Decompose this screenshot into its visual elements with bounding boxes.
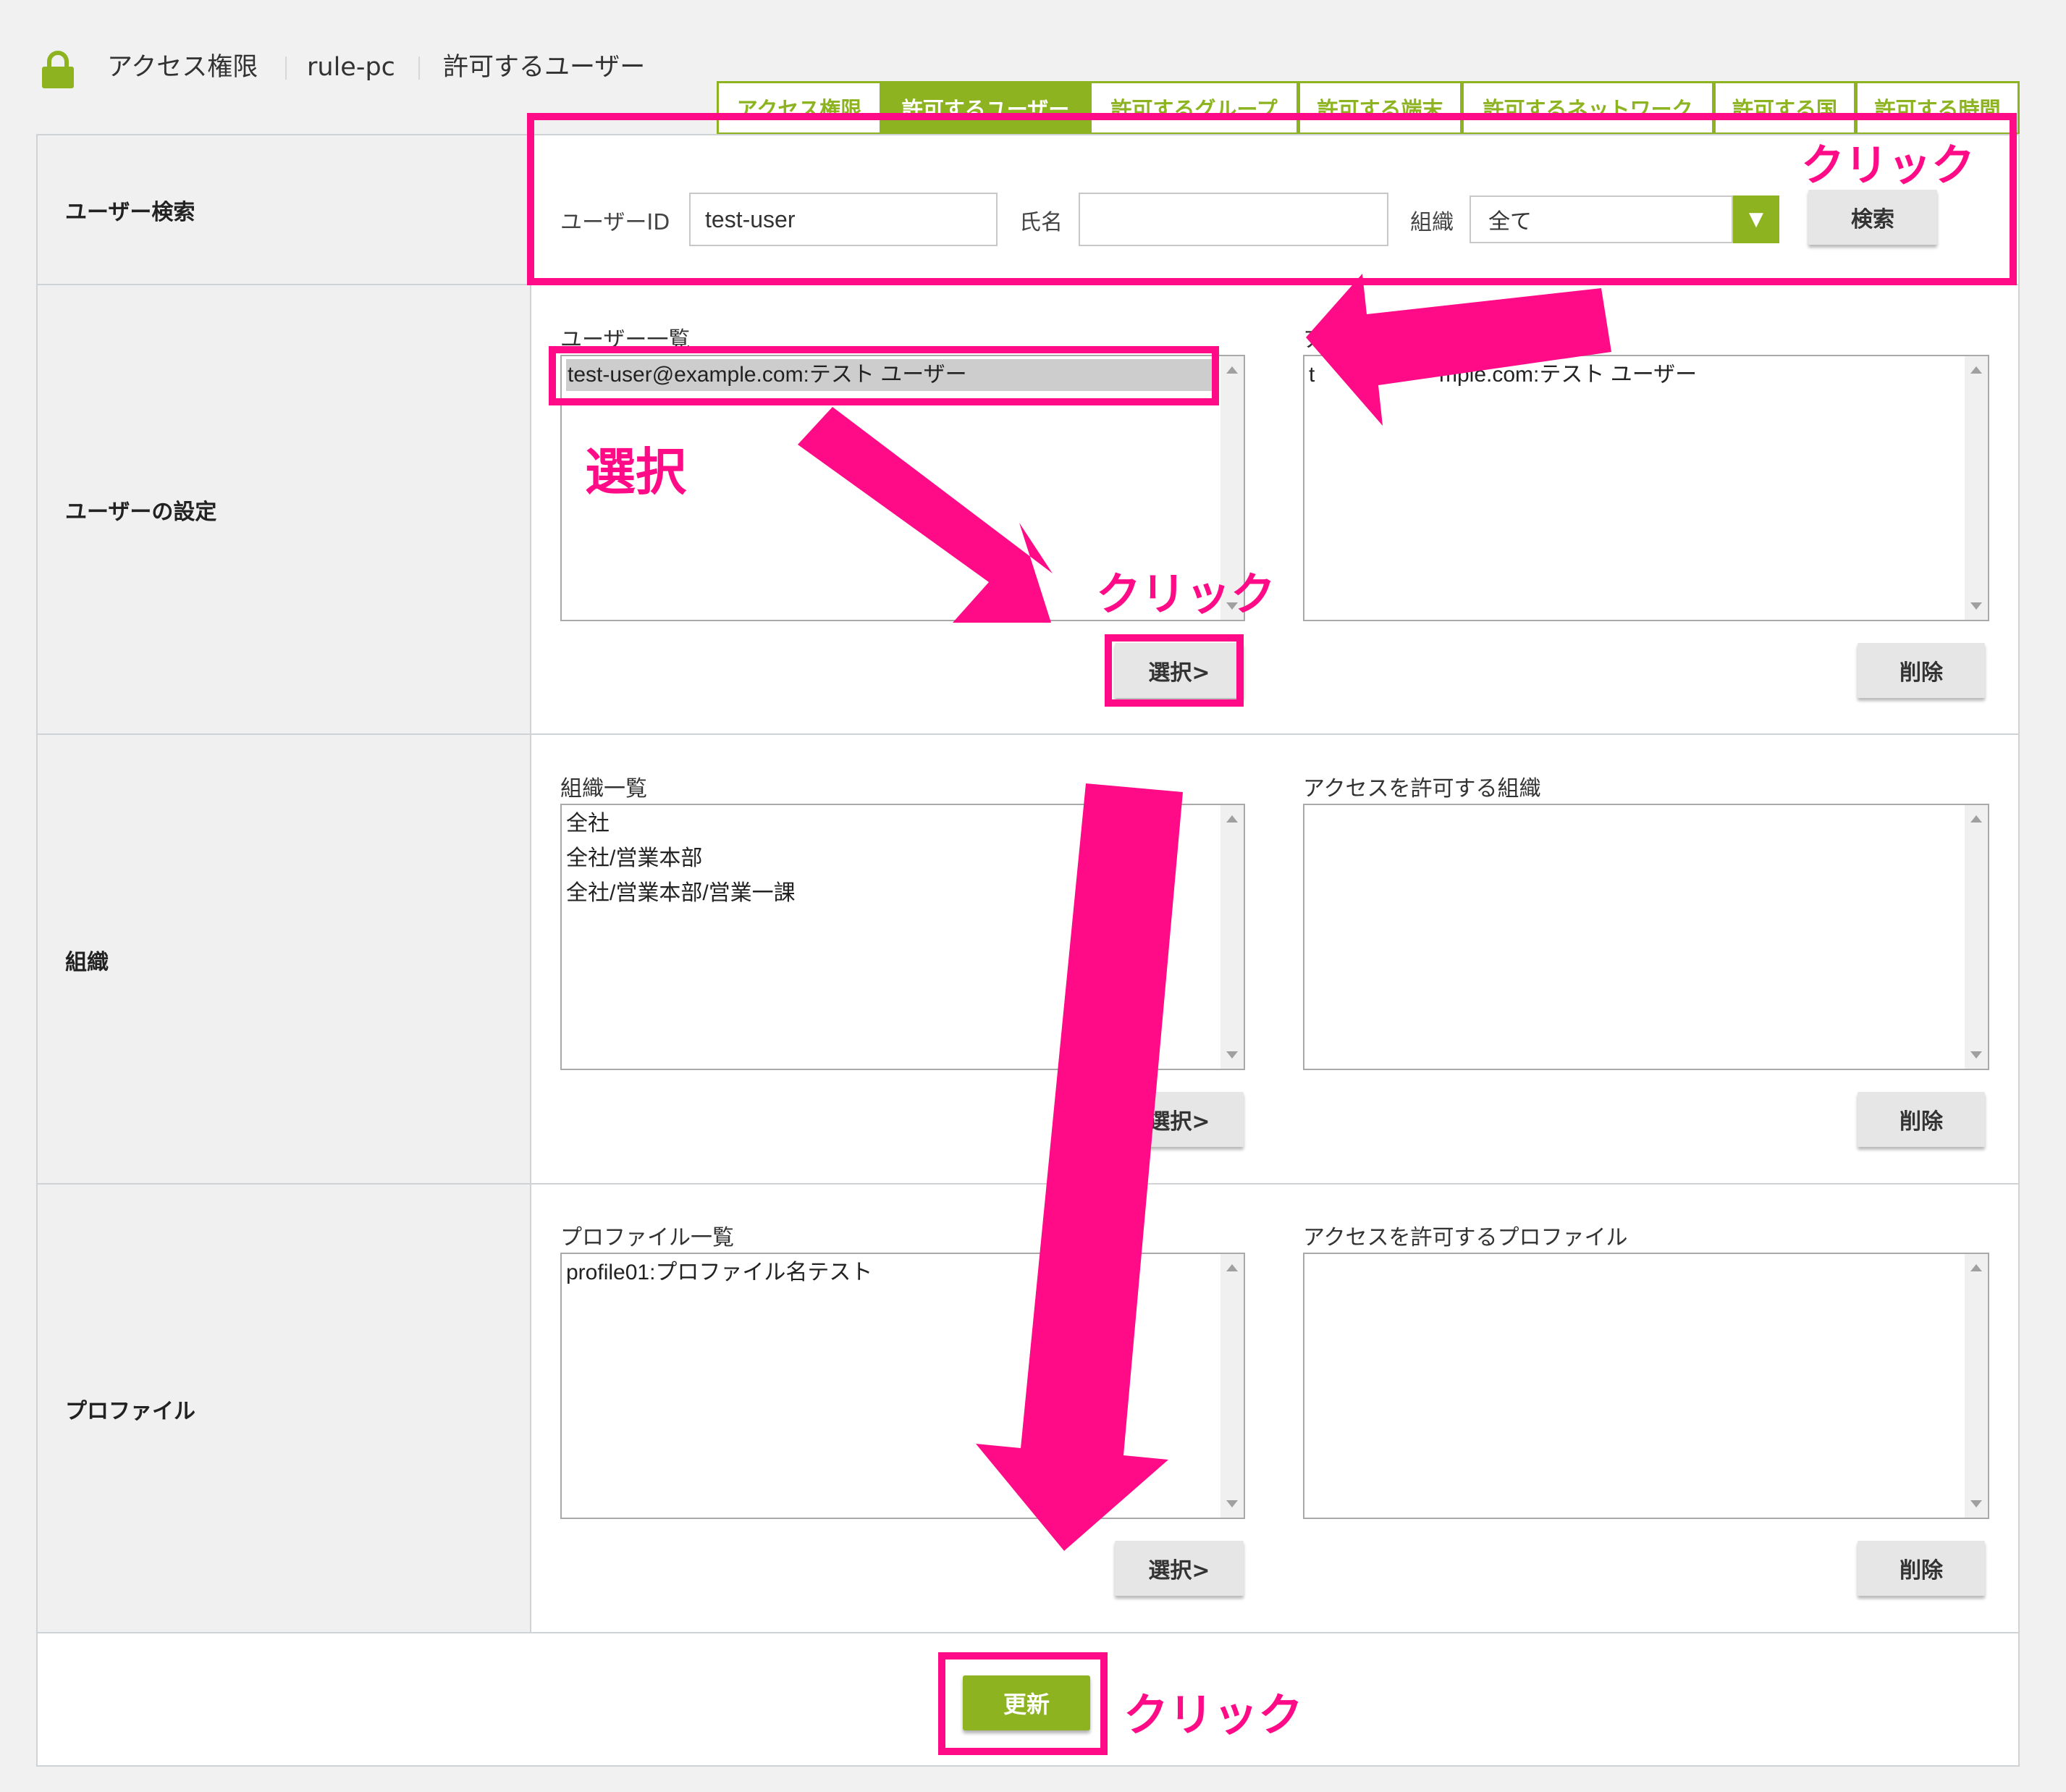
arrow-to-target-list [1306, 274, 1611, 426]
annotation-arrows [798, 274, 1611, 1551]
arrow-to-select-button [798, 407, 1053, 623]
arrow-to-update-button [976, 783, 1183, 1551]
